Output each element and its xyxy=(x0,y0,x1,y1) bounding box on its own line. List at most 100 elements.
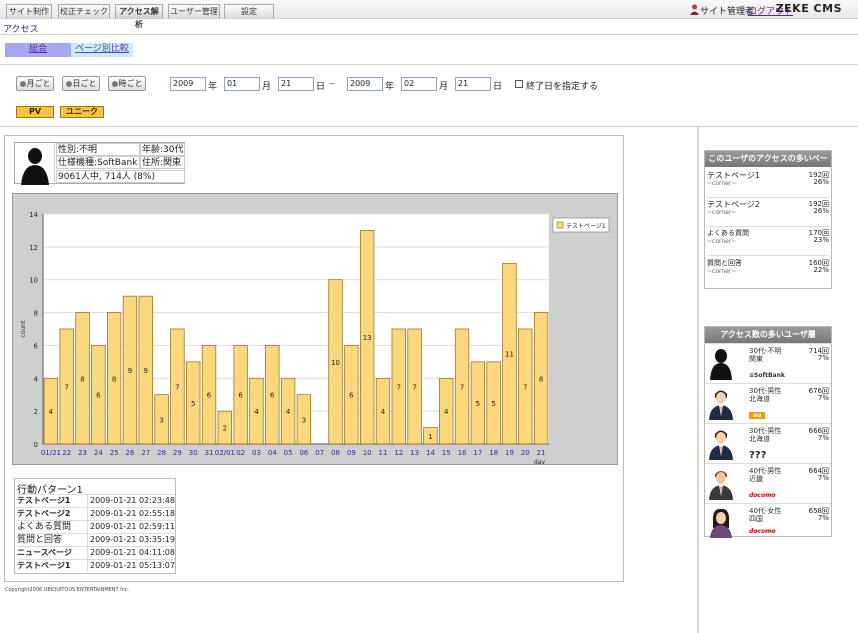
bar-value-label: 3 xyxy=(159,416,163,424)
hourly-button[interactable]: 時ごと xyxy=(108,76,146,91)
monthly-button[interactable]: 月ごと xyxy=(16,76,54,91)
x-tick-label: 06 xyxy=(299,449,308,457)
activity-time: 2009-01-21 02:59:11 xyxy=(87,521,175,533)
legend-swatch xyxy=(556,221,564,229)
current-user-label: サイト管理者 xyxy=(700,7,755,17)
user-segments-panel: アクセス数の多いユーザ層 30代-不明 関東 714回 7% ≡SoftBank… xyxy=(704,326,832,538)
bar-value-label: 4 xyxy=(286,408,291,416)
older-man-icon xyxy=(709,471,733,500)
woman-icon xyxy=(710,508,732,538)
activity-page: テストページ1 xyxy=(17,561,71,570)
pv-button[interactable]: PV xyxy=(16,106,54,118)
activity-page: ニュースページ xyxy=(17,548,72,557)
unique-button[interactable]: ユニーク xyxy=(60,106,104,118)
bar-value-label: 7 xyxy=(175,384,179,392)
day-label: 日 xyxy=(493,82,503,92)
tab-user-management[interactable]: ユーザー管理 xyxy=(168,4,220,18)
from-year-input[interactable]: 2009 xyxy=(170,77,206,91)
popular-pages-panel: このユーザのアクセスの多いページ テストページ1 ~corner~ 192回 2… xyxy=(704,150,832,289)
bar-value-label: 11 xyxy=(505,351,514,359)
enddate-label: 終了日を指定する xyxy=(526,82,599,92)
segment-pct: 7% xyxy=(817,474,829,482)
hourly-button-label: 時ごと xyxy=(118,79,143,88)
bar-value-label: 6 xyxy=(349,392,354,400)
segment-region: 北海道 xyxy=(749,395,770,403)
tab-overview[interactable]: 総合 xyxy=(5,43,71,57)
bar-value-label: 4 xyxy=(254,408,259,416)
bar-value-label: 3 xyxy=(302,416,306,424)
tab-proof-check[interactable]: 校正チェック xyxy=(58,4,110,18)
from-day-input[interactable]: 21 xyxy=(278,77,314,91)
list-item: 質問と回答 ~corner~ 160回 22% xyxy=(707,258,829,286)
tab-page-compare[interactable]: ページ別比較 xyxy=(71,43,133,57)
user-profile-card: 性別:不明 年齢:30代 仕様機種:SoftBank 住所:関東 9061人中,… xyxy=(14,142,185,185)
sidebar-divider xyxy=(697,127,699,633)
year-label: 年 xyxy=(385,82,395,92)
bar-value-label: 4 xyxy=(444,408,449,416)
to-day-input[interactable]: 21 xyxy=(455,77,491,91)
bar-value-label: 6 xyxy=(96,392,101,400)
moon-icon xyxy=(19,81,26,87)
tab-access-analysis[interactable]: アクセス解析 xyxy=(115,4,163,29)
segment-region: 四国 xyxy=(749,515,763,523)
x-tick-label: 08 xyxy=(331,449,340,457)
to-year-input[interactable]: 2009 xyxy=(347,77,383,91)
x-tick-label: 31 xyxy=(205,449,214,457)
carrier-logo: docomo xyxy=(749,492,776,499)
x-tick-label: 20 xyxy=(521,449,530,457)
range-dash: – xyxy=(330,79,335,89)
bar-value-label: 7 xyxy=(412,384,416,392)
bar-value-label: 5 xyxy=(491,400,495,408)
segment-region: 関東 xyxy=(749,355,763,363)
tab-site-build[interactable]: サイト制作 xyxy=(6,4,52,18)
y-tick-label: 8 xyxy=(34,310,38,318)
silhouette-icon xyxy=(710,349,732,380)
x-tick-label: 22 xyxy=(62,449,71,457)
activity-time: 2009-01-21 02:55:18 xyxy=(87,508,175,520)
divider xyxy=(0,34,858,35)
popular-pages-title: このユーザのアクセスの多いページ xyxy=(705,151,831,179)
carrier-logo: ≡SoftBank xyxy=(749,372,785,379)
y-tick-label: 10 xyxy=(29,277,38,285)
x-tick-label: 30 xyxy=(189,449,198,457)
bar-value-label: 4 xyxy=(381,408,386,416)
monthly-button-label: 月ごと xyxy=(26,79,51,88)
x-tick-label: 03 xyxy=(252,449,261,457)
bar-value-label: 5 xyxy=(191,400,195,408)
bar-value-label: 6 xyxy=(207,392,212,400)
unknown-carrier-label: ??? xyxy=(749,450,767,461)
tab-settings[interactable]: 設定 xyxy=(224,4,274,18)
bar-value-label: 7 xyxy=(460,384,464,392)
segment-region: 近畿 xyxy=(749,475,763,483)
user-segments-title: アクセス数の多いユーザ層 xyxy=(705,327,831,343)
page-pct: 22% xyxy=(813,266,829,274)
enddate-checkbox[interactable] xyxy=(515,80,523,88)
activity-time: 2009-01-21 02:23:48 xyxy=(87,495,175,507)
x-tick-label: 21 xyxy=(537,449,546,457)
divider xyxy=(0,126,858,127)
to-month-input[interactable]: 02 xyxy=(401,77,437,91)
profile-summary: 9061人中, 714人 (8%) xyxy=(56,170,185,183)
from-month-input[interactable]: 01 xyxy=(224,77,260,91)
clock-icon xyxy=(111,81,118,87)
y-tick-label: 6 xyxy=(34,342,39,350)
x-tick-label: 25 xyxy=(110,449,119,457)
x-tick-label: 10 xyxy=(363,449,372,457)
list-item: 30代-男性 北海道 676回 7% au xyxy=(705,383,831,423)
brand-logo: ZEKE CMS xyxy=(775,2,842,15)
list-item: テストページ1 ~corner~ 192回 26% xyxy=(707,170,829,198)
table-row: ニュースページ 2009-01-21 04:11:08 xyxy=(17,546,175,559)
x-tick-label: 02/01 xyxy=(215,449,235,457)
activity-page: テストページ1 xyxy=(17,496,71,505)
bar-value-label: 5 xyxy=(476,400,480,408)
daily-button[interactable]: 日ごと xyxy=(62,76,100,91)
x-tick-label: 27 xyxy=(141,449,150,457)
x-axis-label: day xyxy=(534,459,545,464)
day-label: 日 xyxy=(316,82,326,92)
table-row: よくある質問 2009-01-21 02:59:11 xyxy=(17,520,175,533)
y-tick-label: 4 xyxy=(34,375,39,383)
page-corner: ~corner~ xyxy=(707,238,737,245)
segment-pct: 7% xyxy=(817,354,829,362)
main-panel: 性別:不明 年齢:30代 仕様機種:SoftBank 住所:関東 9061人中,… xyxy=(4,135,624,582)
access-chart: 0 2 4 6 8 10 12 14 4 01/21 7 22 8 23 6 24 8 25 9 26 9 27 3 28 7 2… xyxy=(12,193,618,465)
